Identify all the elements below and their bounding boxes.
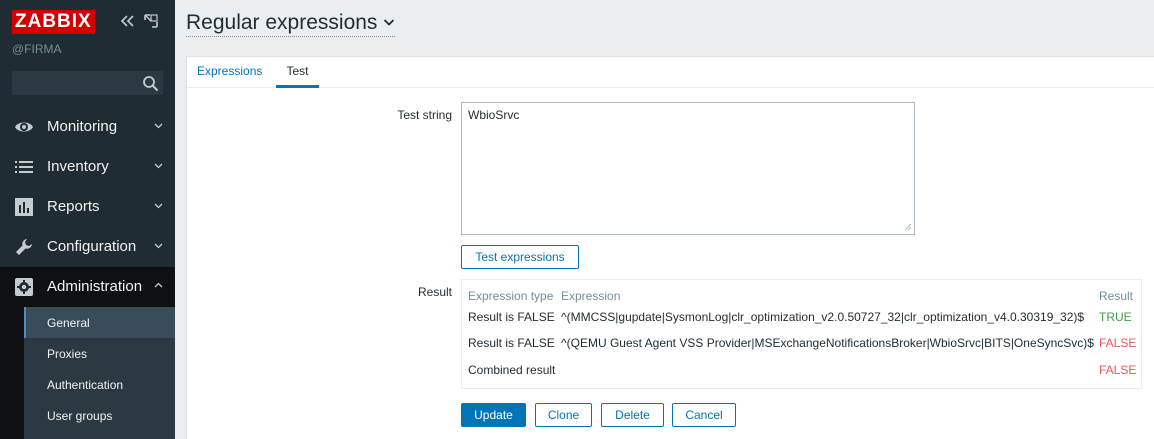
logo-row: ZABBIX <box>12 10 164 34</box>
tab-test[interactable]: Test <box>276 64 319 88</box>
row-2-result: FALSE <box>1099 336 1137 350</box>
row-1-result: TRUE <box>1099 310 1132 324</box>
menu-reports[interactable]: Reports <box>0 187 175 227</box>
search-input[interactable] <box>13 72 138 94</box>
tab-expressions[interactable]: Expressions <box>197 64 262 78</box>
resize-grip-icon[interactable] <box>902 221 912 231</box>
update-button[interactable]: Update <box>461 403 526 427</box>
chevron-down-icon <box>384 19 395 26</box>
sidebar: ZABBIX @FIRMA Monitoring Inventory Repor… <box>0 0 175 439</box>
row-1-expression: ^(MMCSS|gupdate|SysmonLog|clr_optimizati… <box>561 310 1085 324</box>
main-panel: Expressions Test Test string WbioSrvc Te… <box>186 56 1154 439</box>
clone-button[interactable]: Clone <box>535 403 592 427</box>
submenu-item-partial[interactable] <box>24 431 175 439</box>
cancel-button[interactable]: Cancel <box>672 403 736 427</box>
page-title[interactable]: Regular expressions <box>186 11 396 37</box>
submenu-item-proxies[interactable]: Proxies <box>24 338 175 369</box>
combined-result-value: FALSE <box>1099 363 1137 377</box>
test-string-label: Test string <box>397 108 452 122</box>
row-2-type: Result is FALSE <box>468 336 555 350</box>
menu-configuration[interactable]: Configuration <box>0 227 175 267</box>
menu-label: Monitoring <box>47 118 118 135</box>
delete-button[interactable]: Delete <box>601 403 664 427</box>
chevron-down-icon <box>154 123 163 129</box>
collapse-sidebar-icon[interactable] <box>118 12 136 30</box>
result-label: Result <box>417 285 452 299</box>
row-2-expression: ^(QEMU Guest Agent VSS Provider|MSExchan… <box>561 336 1094 350</box>
zabbix-logo[interactable]: ZABBIX <box>12 10 95 34</box>
menu-monitoring[interactable]: Monitoring <box>0 107 175 147</box>
row-1-type: Result is FALSE <box>468 310 555 324</box>
tab-bar: Expressions Test <box>187 57 1154 88</box>
menu-inventory[interactable]: Inventory <box>0 147 175 187</box>
eye-icon <box>15 122 33 132</box>
chevron-down-icon <box>154 243 163 249</box>
gear-icon <box>15 278 33 296</box>
kiosk-mode-icon[interactable] <box>143 13 159 29</box>
submenu-label: Proxies <box>47 347 88 361</box>
search-icon[interactable] <box>142 75 159 92</box>
menu-label: Administration <box>47 278 143 295</box>
chevron-down-icon <box>154 203 163 209</box>
menu-administration[interactable]: Administration <box>0 267 175 307</box>
server-name: @FIRMA <box>12 42 62 56</box>
submenu-label: User groups <box>47 409 113 423</box>
combined-result-label: Combined result <box>468 363 556 377</box>
submenu-item-general[interactable]: General <box>24 307 175 338</box>
header-expression: Expression <box>561 289 621 303</box>
menu-label: Inventory <box>47 158 109 175</box>
test-expressions-button[interactable]: Test expressions <box>461 245 579 269</box>
result-table: Expression type Expression Result Result… <box>461 279 1142 389</box>
header-result: Result <box>1099 289 1134 303</box>
menu-label: Reports <box>47 198 100 215</box>
page-title-text: Regular expressions <box>186 11 378 34</box>
submenu-label: Authentication <box>47 378 124 392</box>
administration-submenu: General Proxies Authentication User grou… <box>0 307 175 439</box>
header-expression-type: Expression type <box>468 289 554 303</box>
submenu-item-user-groups[interactable]: User groups <box>24 400 175 431</box>
wrench-icon <box>16 239 32 255</box>
test-string-textarea[interactable]: WbioSrvc <box>461 102 915 235</box>
submenu-label: General <box>47 316 90 330</box>
sidebar-search[interactable] <box>12 71 163 95</box>
bar-chart-icon <box>15 198 33 216</box>
menu-label: Configuration <box>47 238 137 255</box>
submenu-item-authentication[interactable]: Authentication <box>24 369 175 400</box>
list-icon <box>15 161 33 173</box>
chevron-up-icon <box>154 282 163 288</box>
chevron-down-icon <box>154 163 163 169</box>
